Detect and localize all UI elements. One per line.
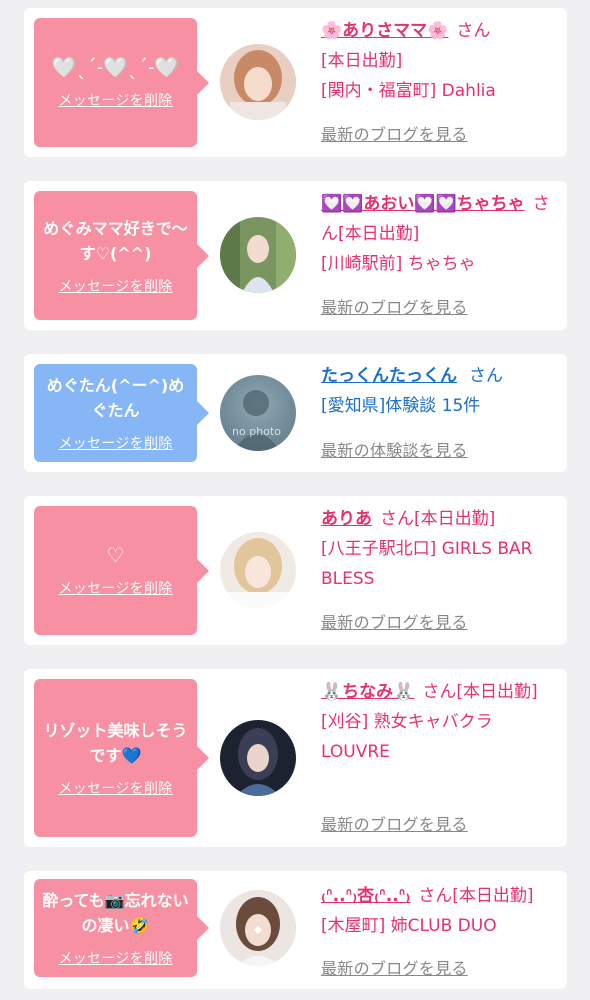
sender-name-link[interactable]: 💟💟あおい💟💟ちゃちゃ bbox=[321, 194, 525, 214]
message-card: 🤍ˎˊ˗🤍ˎˊ˗🤍 メッセージを削除 🌸ありさママ🌸 さん [本日出勤] [関内・… bbox=[24, 8, 567, 157]
silhouette-icon bbox=[234, 390, 280, 451]
message-text: めぐみママ好きで〜す♡(^^) bbox=[43, 218, 188, 263]
message-bubble: リゾット美味しそうです💙 メッセージを削除 bbox=[34, 679, 209, 837]
latest-blog-link[interactable]: 最新のブログを見る bbox=[321, 294, 468, 318]
avatar-photo-icon bbox=[220, 890, 296, 966]
sender-info: 🌸ありさママ🌸 さん [本日出勤] [関内・福富町] Dahlia bbox=[321, 16, 561, 106]
sender-suffix: さん[本日出勤] bbox=[380, 509, 496, 529]
message-bubble: めぐたん(^ー^)めぐたん メッセージを削除 bbox=[34, 364, 209, 462]
delete-message-link[interactable]: メッセージを削除 bbox=[58, 90, 172, 110]
message-text: めぐたん(^ー^)めぐたん bbox=[46, 376, 185, 420]
avatar[interactable] bbox=[220, 44, 296, 120]
sender-info: ₍ᐢ..ᐢ₎杏₍ᐢ..ᐢ₎ さん[本日出勤] [木屋町] 姉CLUB DUO bbox=[321, 881, 561, 941]
avatar[interactable] bbox=[220, 890, 296, 966]
no-photo-placeholder: no photo bbox=[220, 375, 296, 451]
sender-name-link[interactable]: ₍ᐢ..ᐢ₎杏₍ᐢ..ᐢ₎ bbox=[321, 886, 410, 906]
message-card: ♡ メッセージを削除 ありあ さん[本日出勤] [八王子駅北口] GIRLS BA… bbox=[24, 496, 567, 645]
sender-info: ありあ さん[本日出勤] [八王子駅北口] GIRLS BAR BLESS bbox=[321, 504, 561, 594]
avatar[interactable] bbox=[220, 217, 296, 293]
review-count: [愛知県]体験談 15件 bbox=[321, 396, 481, 416]
sender-info: 🐰ちなみ🐰 さん[本日出勤] [刈谷] 熟女キャバクラ LOUVRE bbox=[321, 677, 561, 767]
message-bubble: 🤍ˎˊ˗🤍ˎˊ˗🤍 メッセージを削除 bbox=[34, 18, 209, 147]
message-text: 🤍ˎˊ˗🤍ˎˊ˗🤍 bbox=[51, 55, 180, 79]
shop-location: [川崎駅前] ちゃちゃ bbox=[321, 254, 476, 274]
delete-message-link[interactable]: メッセージを削除 bbox=[58, 578, 172, 598]
delete-message-link[interactable]: メッセージを削除 bbox=[58, 948, 172, 968]
avatar[interactable] bbox=[220, 532, 296, 608]
avatar[interactable] bbox=[220, 720, 296, 796]
latest-blog-link[interactable]: 最新のブログを見る bbox=[321, 811, 468, 835]
message-bubble: ♡ メッセージを削除 bbox=[34, 506, 209, 635]
sender-info: たっくんたっくん さん [愛知県]体験談 15件 bbox=[321, 361, 561, 421]
message-card: めぐたん(^ー^)めぐたん メッセージを削除 no photo たっくんたっくん… bbox=[24, 354, 567, 472]
avatar-photo-icon bbox=[220, 44, 296, 120]
message-text: 酔っても📷忘れないの凄い🤣 bbox=[42, 891, 189, 935]
sender-suffix: さん bbox=[469, 366, 503, 386]
shop-location: [刈谷] 熟女キャバクラ LOUVRE bbox=[321, 712, 493, 762]
sender-name-link[interactable]: たっくんたっくん bbox=[321, 366, 457, 386]
shop-location: [関内・福富町] Dahlia bbox=[321, 81, 496, 101]
latest-blog-link[interactable]: 最新のブログを見る bbox=[321, 609, 468, 633]
avatar-photo-icon bbox=[220, 217, 296, 293]
delete-message-link[interactable]: メッセージを削除 bbox=[58, 276, 172, 296]
sender-info: 💟💟あおい💟💟ちゃちゃ さん[本日出勤] [川崎駅前] ちゃちゃ bbox=[321, 189, 561, 279]
avatar[interactable]: no photo bbox=[220, 375, 296, 451]
message-card: めぐみママ好きで〜す♡(^^) メッセージを削除 💟💟あおい💟💟ちゃちゃ さん[本… bbox=[24, 181, 567, 330]
delete-message-link[interactable]: メッセージを削除 bbox=[58, 433, 172, 453]
sender-suffix: さん[本日出勤] bbox=[422, 682, 538, 702]
sender-suffix: さん bbox=[456, 21, 491, 41]
latest-blog-link[interactable]: 最新のブログを見る bbox=[321, 121, 468, 145]
sender-name-link[interactable]: 🌸ありさママ🌸 bbox=[321, 21, 448, 41]
attendance-status: [本日出勤] bbox=[321, 51, 403, 71]
sender-name-link[interactable]: 🐰ちなみ🐰 bbox=[321, 682, 414, 702]
message-text: ♡ bbox=[106, 543, 125, 567]
message-text: リゾット美味しそうです💙 bbox=[43, 721, 188, 765]
shop-location: [木屋町] 姉CLUB DUO bbox=[321, 916, 497, 936]
latest-review-link[interactable]: 最新の体験談を見る bbox=[321, 437, 468, 461]
shop-location: [八王子駅北口] GIRLS BAR BLESS bbox=[321, 539, 533, 589]
latest-blog-link[interactable]: 最新のブログを見る bbox=[321, 955, 468, 979]
no-photo-text: no photo bbox=[232, 425, 281, 438]
delete-message-link[interactable]: メッセージを削除 bbox=[58, 778, 172, 798]
message-card: リゾット美味しそうです💙 メッセージを削除 🐰ちなみ🐰 さん[本日出勤] [刈谷]… bbox=[24, 669, 567, 847]
sender-suffix: さん[本日出勤] bbox=[418, 886, 534, 906]
avatar-photo-icon bbox=[220, 720, 296, 796]
message-bubble: 酔っても📷忘れないの凄い🤣 メッセージを削除 bbox=[34, 879, 209, 977]
message-card: 酔っても📷忘れないの凄い🤣 メッセージを削除 ₍ᐢ..ᐢ₎杏₍ᐢ..ᐢ₎ さん[本… bbox=[24, 871, 567, 989]
message-bubble: めぐみママ好きで〜す♡(^^) メッセージを削除 bbox=[34, 191, 209, 320]
avatar-photo-icon bbox=[220, 532, 296, 608]
sender-name-link[interactable]: ありあ bbox=[321, 509, 372, 529]
